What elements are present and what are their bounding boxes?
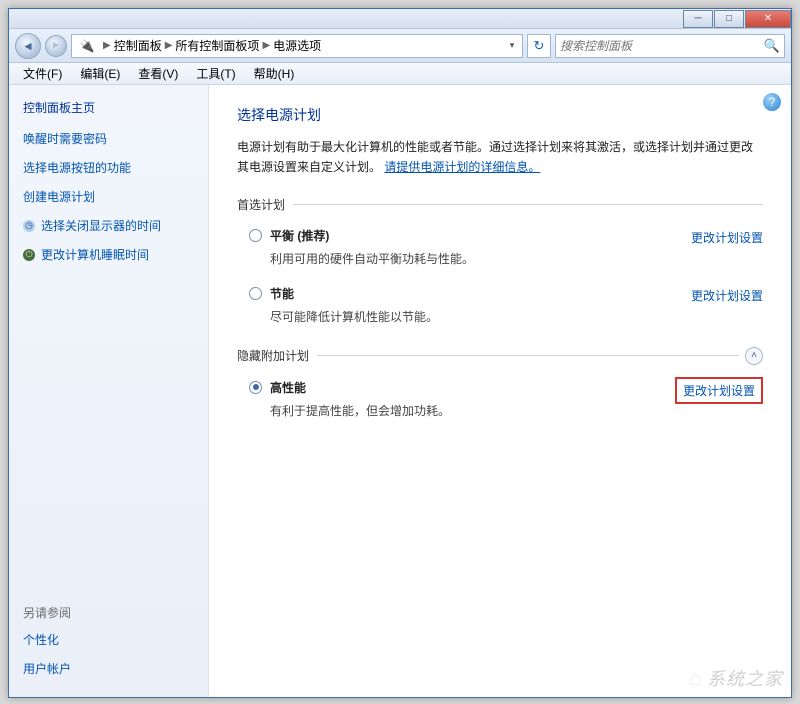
- divider: [293, 204, 763, 205]
- sidebar-link-sleep-time[interactable]: ⏻更改计算机睡眠时间: [23, 246, 200, 263]
- menu-help[interactable]: 帮助(H): [246, 63, 303, 84]
- power-plug-icon: 🔌: [78, 37, 96, 55]
- plan-power-saver: 节能 尽可能降低计算机性能以节能。 更改计划设置: [237, 281, 763, 339]
- window-frame: ─ □ ✕ ◄ ► 🔌 ▶ 控制面板 ▶ 所有控制面板项 ▶ 电源选项 ▾ ↻ …: [8, 8, 792, 698]
- divider: [317, 355, 739, 356]
- plan-desc: 尽可能降低计算机性能以节能。: [270, 308, 679, 325]
- close-button[interactable]: ✕: [745, 10, 791, 28]
- sidebar-link-user-accounts[interactable]: 用户帐户: [23, 660, 200, 677]
- maximize-button[interactable]: □: [714, 10, 744, 28]
- page-description: 电源计划有助于最大化计算机的性能或者节能。通过选择计划来将其激活，或选择计划并通…: [237, 137, 763, 178]
- clock-icon: ◷: [23, 220, 35, 232]
- help-icon[interactable]: ?: [763, 93, 781, 111]
- breadcrumb[interactable]: 🔌 ▶ 控制面板 ▶ 所有控制面板项 ▶ 电源选项 ▾: [71, 34, 523, 58]
- chevron-right-icon: ▶: [262, 40, 270, 51]
- plan-title: 高性能: [270, 379, 663, 396]
- sidebar-link-display-off[interactable]: ◷选择关闭显示器的时间: [23, 217, 200, 234]
- change-plan-settings-link[interactable]: 更改计划设置: [691, 229, 763, 246]
- chevron-up-icon: ˄: [751, 350, 757, 361]
- radio-high-performance[interactable]: [249, 381, 262, 394]
- forward-button[interactable]: ►: [45, 35, 67, 57]
- collapse-button[interactable]: ˄: [745, 347, 763, 365]
- plan-balanced: 平衡 (推荐) 利用可用的硬件自动平衡功耗与性能。 更改计划设置: [237, 223, 763, 281]
- plan-title: 节能: [270, 285, 679, 302]
- section-label: 首选计划: [237, 196, 285, 213]
- window-controls: ─ □ ✕: [682, 10, 791, 28]
- refresh-button[interactable]: ↻: [527, 34, 551, 58]
- menu-tools[interactable]: 工具(T): [188, 63, 243, 84]
- search-box[interactable]: 🔍: [555, 34, 785, 58]
- refresh-icon: ↻: [534, 38, 545, 54]
- menu-view[interactable]: 查看(V): [130, 63, 186, 84]
- section-hidden-plans: 隐藏附加计划 ˄: [237, 347, 763, 365]
- chevron-right-icon: ▶: [103, 40, 111, 51]
- breadcrumb-item[interactable]: 控制面板: [114, 37, 162, 54]
- arrow-left-icon: ◄: [22, 39, 34, 53]
- change-plan-settings-link-highlighted[interactable]: 更改计划设置: [675, 377, 763, 404]
- body: 控制面板主页 唤醒时需要密码 选择电源按钮的功能 创建电源计划 ◷选择关闭显示器…: [9, 85, 791, 697]
- sidebar-link-wake-password[interactable]: 唤醒时需要密码: [23, 130, 200, 147]
- minimize-button[interactable]: ─: [683, 10, 713, 28]
- power-icon: ⏻: [23, 249, 35, 261]
- plan-title: 平衡 (推荐): [270, 227, 679, 244]
- back-button[interactable]: ◄: [15, 33, 41, 59]
- change-plan-settings-link[interactable]: 更改计划设置: [691, 287, 763, 304]
- section-preferred-plans: 首选计划: [237, 196, 763, 213]
- plan-desc: 利用可用的硬件自动平衡功耗与性能。: [270, 250, 679, 267]
- navigation-bar: ◄ ► 🔌 ▶ 控制面板 ▶ 所有控制面板项 ▶ 电源选项 ▾ ↻ 🔍: [9, 29, 791, 63]
- sidebar-link-personalization[interactable]: 个性化: [23, 631, 200, 648]
- breadcrumb-item[interactable]: 所有控制面板项: [175, 37, 259, 54]
- breadcrumb-item[interactable]: 电源选项: [273, 37, 321, 54]
- titlebar: ─ □ ✕: [9, 9, 791, 29]
- menu-edit[interactable]: 编辑(E): [72, 63, 128, 84]
- detail-link[interactable]: 请提供电源计划的详细信息。: [384, 160, 540, 174]
- section-label: 隐藏附加计划: [237, 347, 309, 364]
- chevron-right-icon: ▶: [165, 40, 173, 51]
- sidebar-home-link[interactable]: 控制面板主页: [23, 99, 200, 116]
- arrow-right-icon: ►: [51, 40, 61, 51]
- chevron-down-icon[interactable]: ▾: [504, 40, 520, 51]
- page-title: 选择电源计划: [237, 105, 763, 125]
- sidebar: 控制面板主页 唤醒时需要密码 选择电源按钮的功能 创建电源计划 ◷选择关闭显示器…: [9, 85, 209, 697]
- search-icon[interactable]: 🔍: [764, 38, 780, 54]
- search-input[interactable]: [560, 39, 764, 53]
- plan-high-performance: 高性能 有利于提高性能，但会增加功耗。 更改计划设置: [237, 375, 763, 433]
- sidebar-see-also-heading: 另请参阅: [23, 604, 200, 621]
- menubar: 文件(F) 编辑(E) 查看(V) 工具(T) 帮助(H): [9, 63, 791, 85]
- plan-desc: 有利于提高性能，但会增加功耗。: [270, 402, 663, 419]
- radio-balanced[interactable]: [249, 229, 262, 242]
- sidebar-link-power-button[interactable]: 选择电源按钮的功能: [23, 159, 200, 176]
- radio-power-saver[interactable]: [249, 287, 262, 300]
- sidebar-link-create-plan[interactable]: 创建电源计划: [23, 188, 200, 205]
- content-pane: ? 选择电源计划 电源计划有助于最大化计算机的性能或者节能。通过选择计划来将其激…: [209, 85, 791, 697]
- menu-file[interactable]: 文件(F): [15, 63, 70, 84]
